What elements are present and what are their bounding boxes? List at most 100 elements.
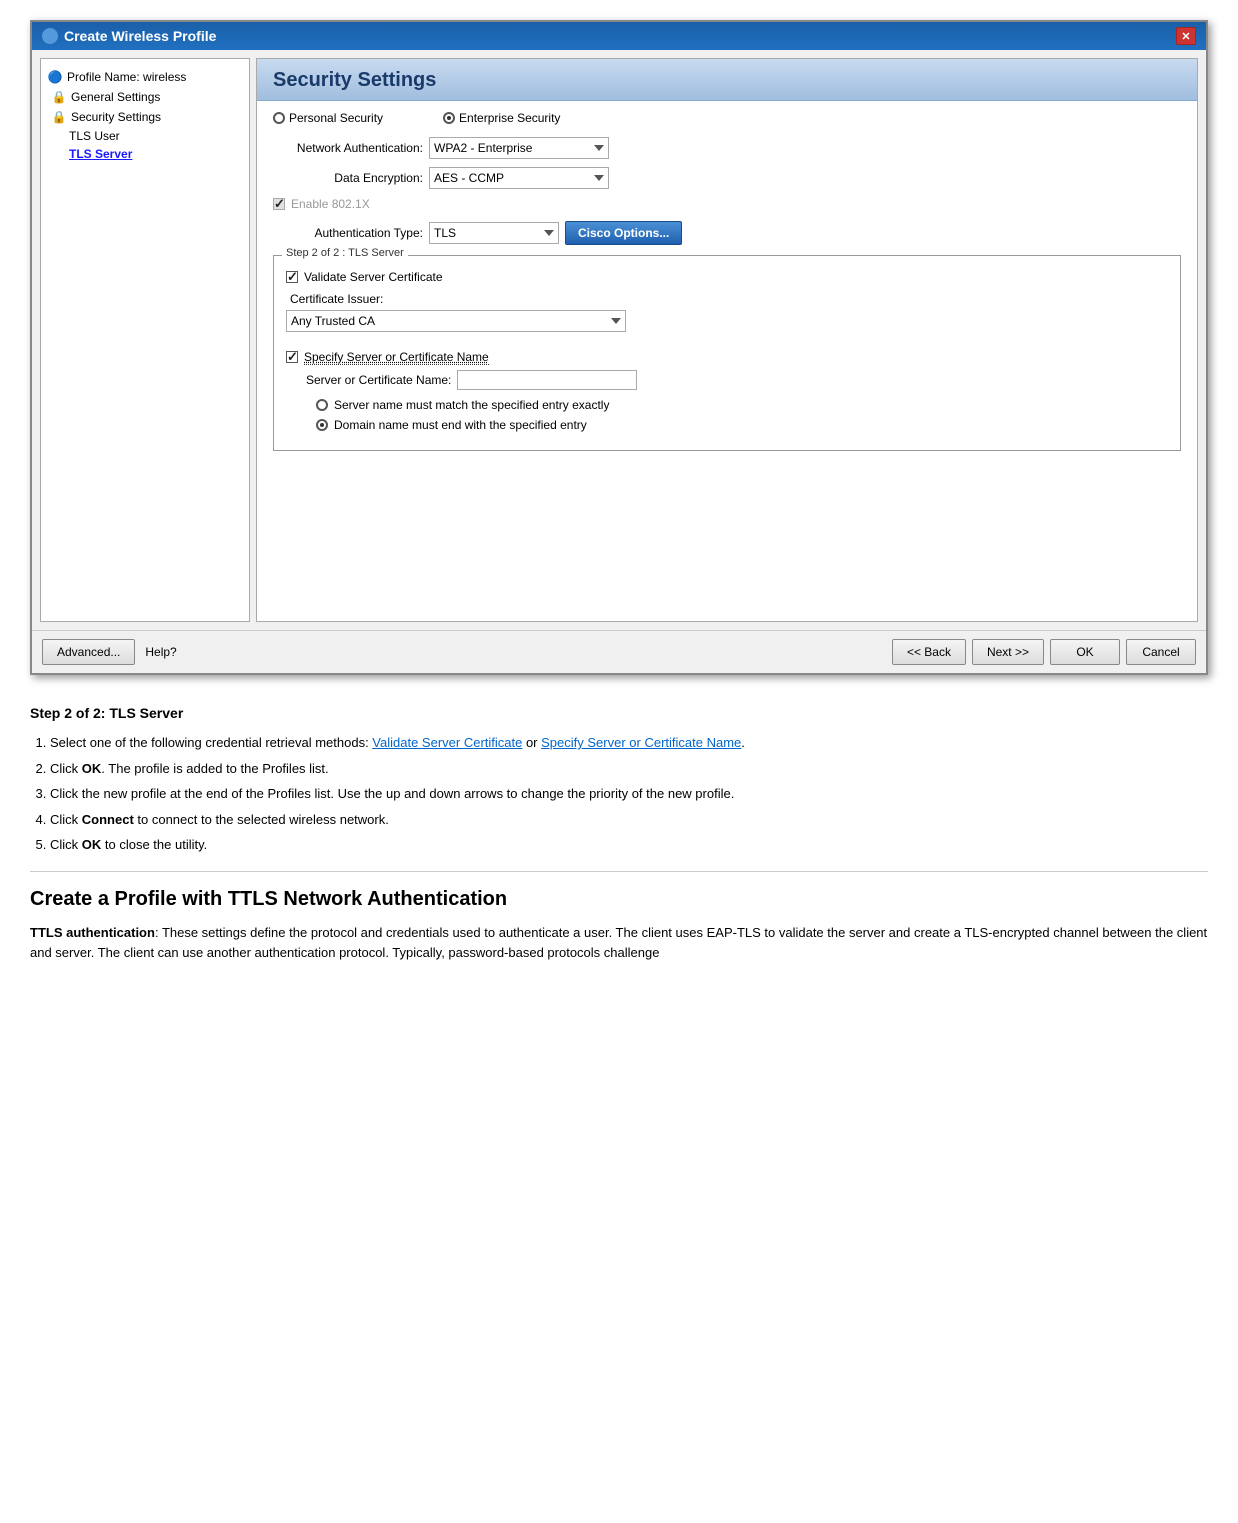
server-cert-name-label: Server or Certificate Name:: [306, 373, 451, 387]
left-panel-tree: 🔵 Profile Name: wireless 🔒 General Setti…: [40, 58, 250, 622]
ok-button[interactable]: OK: [1050, 639, 1120, 665]
auth-type-select[interactable]: TLS: [429, 222, 559, 244]
step1-text-middle: or: [522, 735, 541, 750]
server-match-exact-label: Server name must match the specified ent…: [334, 398, 609, 412]
enterprise-security-option[interactable]: Enterprise Security: [443, 111, 560, 125]
server-match-exact-row: Server name must match the specified ent…: [286, 398, 1168, 412]
specify-server-row: Specify Server or Certificate Name: [286, 350, 1168, 364]
back-button[interactable]: << Back: [892, 639, 966, 665]
step5-text-after: to close the utility.: [101, 837, 207, 852]
specify-server-link[interactable]: Specify Server or Certificate Name: [541, 735, 741, 750]
security-settings-icon: 🔒: [51, 109, 67, 125]
profile-name-label: Profile Name: wireless: [67, 70, 186, 84]
step-5: Click OK to close the utility.: [50, 835, 1208, 855]
step1-text-after: .: [741, 735, 745, 750]
step2-groupbox: Step 2 of 2 : TLS Server Validate Server…: [273, 255, 1181, 451]
step-4: Click Connect to connect to the selected…: [50, 810, 1208, 830]
tls-server-label: TLS Server: [69, 147, 132, 161]
enterprise-security-radio[interactable]: [443, 112, 455, 124]
step4-text: Click: [50, 812, 82, 827]
step5-bold: OK: [82, 837, 102, 852]
cert-issuer-select[interactable]: Any Trusted CA: [286, 310, 626, 332]
step2-bold: OK: [82, 761, 102, 776]
right-panel: Security Settings Personal Security Ente…: [256, 58, 1198, 622]
enable-8021x-label: Enable 802.1X: [291, 197, 370, 211]
personal-security-label: Personal Security: [289, 111, 383, 125]
personal-security-radio[interactable]: [273, 112, 285, 124]
step2-legend: Step 2 of 2 : TLS Server: [282, 247, 408, 259]
server-match-domain-radio[interactable]: [316, 419, 328, 431]
security-settings-label: Security Settings: [71, 110, 161, 124]
spacer: [286, 342, 1168, 350]
dialog-body: 🔵 Profile Name: wireless 🔒 General Setti…: [32, 50, 1206, 630]
server-match-domain-label: Domain name must end with the specified …: [334, 418, 587, 432]
security-settings-header: Security Settings: [257, 59, 1197, 101]
body-text-content: : These settings define the protocol and…: [30, 925, 1207, 961]
cancel-button[interactable]: Cancel: [1126, 639, 1196, 665]
validate-cert-label: Validate Server Certificate: [304, 270, 443, 284]
personal-security-option[interactable]: Personal Security: [273, 111, 383, 125]
step4-text-after: to connect to the selected wireless netw…: [134, 812, 389, 827]
body-bold: TTLS authentication: [30, 925, 155, 940]
create-wireless-profile-dialog: Create Wireless Profile ✕ 🔵 Profile Name…: [30, 20, 1208, 675]
step-1: Select one of the following credential r…: [50, 733, 1208, 753]
tree-item-tls-user[interactable]: TLS User: [69, 127, 243, 145]
footer-right: << Back Next >> OK Cancel: [892, 639, 1196, 665]
enable-8021x-row: Enable 802.1X: [273, 197, 1181, 211]
server-cert-name-input[interactable]: [457, 370, 637, 390]
titlebar-left: Create Wireless Profile: [42, 28, 216, 44]
specify-server-checkbox[interactable]: [286, 351, 298, 363]
security-type-row: Personal Security Enterprise Security: [273, 111, 1181, 125]
tree-item-general-settings[interactable]: 🔒 General Settings: [47, 87, 243, 107]
server-cert-name-row: Server or Certificate Name:: [286, 370, 1168, 390]
network-auth-select[interactable]: WPA2 - Enterprise: [429, 137, 609, 159]
step3-text: Click the new profile at the end of the …: [50, 786, 734, 801]
dialog-icon: [42, 28, 58, 44]
tree-item-security-settings[interactable]: 🔒 Security Settings: [47, 107, 243, 127]
step2-text-after: . The profile is added to the Profiles l…: [101, 761, 328, 776]
section-divider: [30, 871, 1208, 872]
profile-icon: 🔵: [47, 69, 63, 85]
step-2: Click OK. The profile is added to the Pr…: [50, 759, 1208, 779]
network-auth-label: Network Authentication:: [273, 141, 423, 155]
tree-item-tls-server[interactable]: TLS Server: [69, 145, 243, 163]
tree-item-profile-name[interactable]: 🔵 Profile Name: wireless: [47, 67, 243, 87]
cisco-options-button[interactable]: Cisco Options...: [565, 221, 682, 245]
step-3: Click the new profile at the end of the …: [50, 784, 1208, 804]
general-settings-icon: 🔒: [51, 89, 67, 105]
help-link[interactable]: Help?: [145, 645, 176, 659]
enable-8021x-checkbox[interactable]: [273, 198, 285, 210]
steps-list: Select one of the following credential r…: [50, 733, 1208, 855]
security-content: Personal Security Enterprise Security Ne…: [257, 101, 1197, 469]
close-button[interactable]: ✕: [1176, 27, 1196, 45]
tls-user-label: TLS User: [69, 129, 120, 143]
specify-server-label: Specify Server or Certificate Name: [304, 350, 489, 364]
dialog-title: Create Wireless Profile: [64, 28, 216, 44]
security-header-title: Security Settings: [273, 69, 1181, 92]
data-encryption-select[interactable]: AES - CCMP: [429, 167, 609, 189]
auth-type-row: Authentication Type: TLS Cisco Options..…: [273, 221, 1181, 245]
step5-text: Click: [50, 837, 82, 852]
server-match-exact-radio[interactable]: [316, 399, 328, 411]
validate-cert-checkbox[interactable]: [286, 271, 298, 283]
tree-children: TLS User TLS Server: [47, 127, 243, 163]
step-title: Step 2 of 2: TLS Server: [30, 705, 1208, 721]
step1-text-before: Select one of the following credential r…: [50, 735, 372, 750]
data-encryption-label: Data Encryption:: [273, 171, 423, 185]
data-encryption-row: Data Encryption: AES - CCMP: [273, 167, 1181, 189]
cert-issuer-row: Any Trusted CA: [286, 310, 1168, 332]
page-content: Step 2 of 2: TLS Server Select one of th…: [0, 695, 1238, 984]
auth-type-label: Authentication Type:: [273, 226, 423, 240]
enterprise-security-label: Enterprise Security: [459, 111, 560, 125]
section-heading: Create a Profile with TTLS Network Authe…: [30, 888, 1208, 911]
network-auth-row: Network Authentication: WPA2 - Enterpris…: [273, 137, 1181, 159]
server-match-domain-row: Domain name must end with the specified …: [286, 418, 1168, 432]
cert-issuer-label: Certificate Issuer:: [290, 292, 1168, 306]
validate-cert-link[interactable]: Validate Server Certificate: [372, 735, 522, 750]
footer-left: Advanced... Help?: [42, 639, 884, 665]
step4-bold: Connect: [82, 812, 134, 827]
general-settings-label: General Settings: [71, 90, 160, 104]
step2-text: Click: [50, 761, 82, 776]
advanced-button[interactable]: Advanced...: [42, 639, 135, 665]
next-button[interactable]: Next >>: [972, 639, 1044, 665]
